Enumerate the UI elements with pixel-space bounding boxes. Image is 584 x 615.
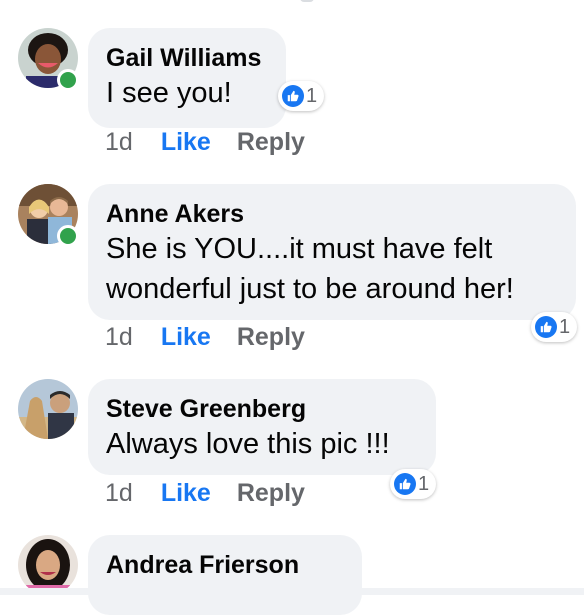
reaction-count: 1 — [559, 315, 571, 338]
like-button[interactable]: Like — [161, 323, 211, 352]
reply-button[interactable]: Reply — [237, 479, 305, 508]
thumbs-up-icon — [394, 473, 416, 495]
avatar[interactable] — [18, 535, 78, 595]
reaction-count: 1 — [418, 472, 430, 495]
comment-author[interactable]: Gail Williams — [106, 43, 268, 73]
comment-text: She is YOU....it must have felt wonderfu… — [106, 233, 514, 305]
comment-timestamp[interactable]: 1d — [105, 128, 133, 157]
comment-actions: 1d Like Reply — [105, 323, 305, 352]
comment-timestamp[interactable]: 1d — [105, 323, 133, 352]
comment-text: Always love this pic !!! — [106, 428, 390, 460]
online-status-dot — [57, 69, 79, 91]
like-button[interactable]: Like — [161, 479, 211, 508]
previous-content-fragment — [300, 0, 314, 2]
avatar-image — [18, 535, 78, 595]
reaction-badge[interactable]: 1 — [390, 469, 437, 499]
comment-bubble: Steve Greenberg Always love this pic !!! — [88, 379, 436, 475]
comment-author[interactable]: Steve Greenberg — [106, 394, 418, 424]
comment-timestamp[interactable]: 1d — [105, 479, 133, 508]
avatar-image — [18, 379, 78, 439]
comment-author[interactable]: Andrea Frierson — [106, 550, 344, 580]
comment-bubble: Gail Williams I see you! — [88, 28, 286, 128]
comment-actions: 1d Like Reply — [105, 479, 305, 508]
thumbs-up-icon — [282, 85, 304, 107]
comment-author[interactable]: Anne Akers — [106, 199, 558, 229]
comment-text: I see you! — [106, 77, 232, 109]
bottom-divider — [0, 588, 584, 595]
comment-bubble: Andrea Frierson — [88, 535, 362, 615]
online-status-dot — [57, 225, 79, 247]
reaction-badge[interactable]: 1 — [531, 312, 578, 342]
like-button[interactable]: Like — [161, 128, 211, 157]
avatar[interactable] — [18, 379, 78, 439]
reaction-count: 1 — [306, 84, 318, 107]
reply-button[interactable]: Reply — [237, 128, 305, 157]
comment-bubble: Anne Akers She is YOU....it must have fe… — [88, 184, 576, 320]
reaction-badge[interactable]: 1 — [278, 81, 325, 111]
thumbs-up-icon — [535, 316, 557, 338]
comment-actions: 1d Like Reply — [105, 128, 305, 157]
reply-button[interactable]: Reply — [237, 323, 305, 352]
